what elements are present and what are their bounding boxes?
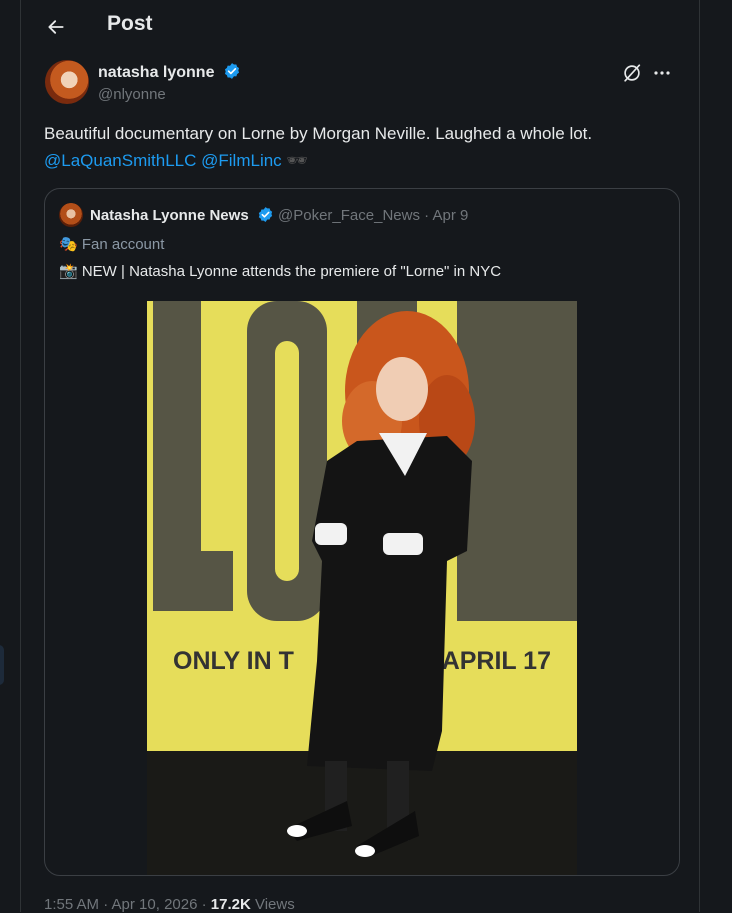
- top-bar: Post: [21, 0, 699, 53]
- fan-account-label: 🎭 Fan account: [59, 235, 164, 253]
- poster-tagline-left: ONLY IN T: [173, 647, 294, 675]
- more-icon: [654, 71, 670, 75]
- mask-icon: 🎭: [59, 236, 78, 253]
- back-button[interactable]: [41, 12, 71, 42]
- quoted-author-row: Natasha Lyonne News @Poker_Face_News · A…: [90, 206, 468, 224]
- quoted-post-image[interactable]: ONLY IN T S APRIL 17: [147, 301, 577, 875]
- grok-button[interactable]: [621, 62, 643, 84]
- page-title: Post: [107, 12, 153, 35]
- quoted-post-text: 📸 NEW | Natasha Lyonne attends the premi…: [59, 263, 502, 280]
- quoted-post[interactable]: Natasha Lyonne News @Poker_Face_News · A…: [44, 188, 680, 876]
- premiere-photo: ONLY IN T S APRIL 17: [147, 301, 577, 875]
- grok-icon: [624, 64, 641, 82]
- back-arrow-icon: [48, 20, 64, 34]
- views-label: Views: [250, 896, 295, 913]
- more-button[interactable]: [651, 62, 673, 84]
- mention-link[interactable]: @LaQuanSmithLLC: [44, 151, 196, 170]
- view-count: 17.2K: [210, 896, 251, 913]
- quoted-avatar[interactable]: [59, 203, 83, 227]
- quoted-date: · Apr 9: [419, 207, 469, 224]
- post-text: Beautiful documentary on Lorne by Morgan…: [44, 120, 684, 174]
- post-author: natasha lyonne @nlyonne: [45, 60, 675, 106]
- mention-link[interactable]: @FilmLinc: [201, 151, 282, 170]
- quoted-author-name[interactable]: Natasha Lyonne News: [90, 207, 249, 224]
- author-handle[interactable]: @nlyonne: [98, 86, 166, 103]
- sunglasses-emoji: 🕶: [286, 151, 309, 170]
- post-timestamp[interactable]: 1:55 AM · Apr 10, 2026 ·: [44, 896, 211, 913]
- post-column: Post natasha lyonne @nlyonne Beautiful d…: [20, 0, 700, 913]
- verified-badge-icon: [224, 63, 239, 79]
- quoted-author-handle[interactable]: @Poker_Face_News: [278, 207, 420, 224]
- verified-badge-icon: [258, 207, 273, 222]
- fan-account-text: Fan account: [81, 236, 165, 253]
- floating-edge-element: [0, 645, 4, 685]
- author-name-row[interactable]: natasha lyonne: [98, 62, 241, 82]
- quoted-post-header: Natasha Lyonne News @Poker_Face_News · A…: [59, 203, 659, 227]
- avatar[interactable]: [45, 60, 89, 104]
- author-name[interactable]: natasha lyonne: [98, 64, 214, 81]
- post-meta: 1:55 AM · Apr 10, 2026 · 17.2K Views: [44, 896, 295, 913]
- post-body-text: Beautiful documentary on Lorne by Morgan…: [44, 124, 593, 143]
